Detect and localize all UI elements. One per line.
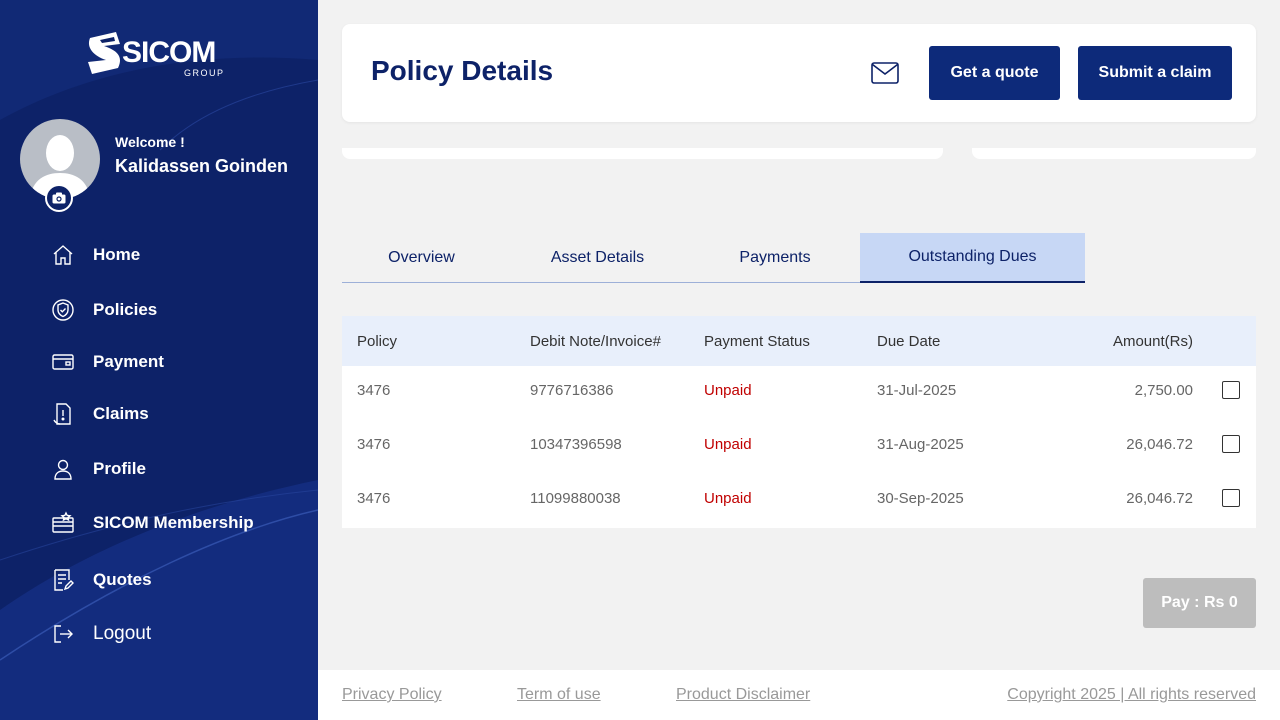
table-row: 3476 9776716386 Unpaid 31-Jul-2025 2,750… <box>342 366 1256 420</box>
cell-policy: 3476 <box>357 382 391 399</box>
tab-asset-details[interactable]: Asset Details <box>521 233 674 283</box>
sidebar-item-policies[interactable]: Policies <box>50 295 157 325</box>
logout-icon <box>50 621 76 647</box>
brand-name: SICOM <box>122 36 216 69</box>
table-header: Policy Debit Note/Invoice# Payment Statu… <box>342 316 1256 366</box>
cell-policy: 3476 <box>357 490 391 507</box>
table-row: 3476 11099880038 Unpaid 30-Sep-2025 26,0… <box>342 474 1256 528</box>
cell-invoice: 11099880038 <box>530 490 621 507</box>
brand-sub: GROUP <box>184 68 225 78</box>
cell-amount: 26,046.72 <box>1126 490 1193 507</box>
row-select-checkbox[interactable] <box>1222 435 1240 453</box>
tab-payments[interactable]: Payments <box>700 233 850 283</box>
cell-due-date: 31-Jul-2025 <box>877 382 957 399</box>
collapsed-card-left <box>342 148 943 159</box>
camera-icon <box>52 192 66 204</box>
sidebar-item-label: Policies <box>93 300 158 319</box>
mail-icon <box>871 62 899 84</box>
claim-doc-icon <box>50 401 76 427</box>
sidebar-item-payment[interactable]: Payment <box>50 347 164 377</box>
product-disclaimer-link[interactable]: Product Disclaimer <box>676 686 810 704</box>
footer: Privacy Policy Term of use Product Discl… <box>318 670 1280 720</box>
pay-button[interactable]: Pay : Rs 0 <box>1143 578 1256 628</box>
copyright-link[interactable]: Copyright 2025 | All rights reserved <box>1007 686 1256 704</box>
home-icon <box>50 242 76 268</box>
cell-status: Unpaid <box>704 382 752 399</box>
sidebar-item-logout[interactable]: Logout <box>50 619 151 649</box>
sidebar-item-claims[interactable]: Claims <box>50 399 149 429</box>
sidebar-item-label: Profile <box>93 459 146 478</box>
get-quote-button[interactable]: Get a quote <box>929 46 1060 100</box>
user-icon <box>50 456 76 482</box>
sicom-logo: SICOM GROUP <box>86 28 236 80</box>
sidebar: SICOM GROUP Welcome ! Kalidassen Goinden… <box>0 0 318 720</box>
tab-overview[interactable]: Overview <box>342 233 501 283</box>
sidebar-item-label: Quotes <box>93 570 152 589</box>
cell-invoice: 10347396598 <box>530 436 622 453</box>
sidebar-item-home[interactable]: Home <box>50 240 140 270</box>
sidebar-item-label: Payment <box>93 352 164 371</box>
cell-amount: 26,046.72 <box>1126 436 1193 453</box>
sidebar-item-label: Claims <box>93 404 149 423</box>
mail-button[interactable] <box>870 60 900 86</box>
shield-check-icon <box>50 297 76 323</box>
collapsed-card-right <box>972 148 1256 159</box>
page-header: Policy Details Get a quote Submit a clai… <box>342 24 1256 122</box>
cell-invoice: 9776716386 <box>530 382 614 399</box>
page-title: Policy Details <box>371 55 554 86</box>
terms-of-use-link[interactable]: Term of use <box>517 686 601 704</box>
column-header-due-date: Due Date <box>877 333 941 350</box>
sidebar-item-label: Logout <box>93 623 152 644</box>
column-header-policy: Policy <box>357 333 398 350</box>
cell-amount: 2,750.00 <box>1134 382 1193 399</box>
column-header-invoice: Debit Note/Invoice# <box>530 333 661 350</box>
cell-due-date: 30-Sep-2025 <box>877 490 964 507</box>
outstanding-dues-table: Policy Debit Note/Invoice# Payment Statu… <box>342 316 1256 528</box>
row-select-checkbox[interactable] <box>1222 381 1240 399</box>
cell-policy: 3476 <box>357 436 391 453</box>
cell-due-date: 31-Aug-2025 <box>877 436 964 453</box>
sidebar-item-profile[interactable]: Profile <box>50 454 146 484</box>
change-photo-button[interactable] <box>45 184 73 212</box>
privacy-policy-link[interactable]: Privacy Policy <box>342 686 442 704</box>
tab-bar: Overview Asset Details Payments Outstand… <box>342 233 1085 283</box>
sidebar-item-label: SICOM Membership <box>93 513 254 532</box>
user-name: Kalidassen Goinden <box>115 156 289 176</box>
submit-claim-button[interactable]: Submit a claim <box>1078 46 1232 100</box>
table-row: 3476 10347396598 Unpaid 31-Aug-2025 26,0… <box>342 420 1256 474</box>
row-select-checkbox[interactable] <box>1222 489 1240 507</box>
card-icon <box>50 349 76 375</box>
membership-icon <box>50 510 76 536</box>
sidebar-item-label: Home <box>93 245 141 264</box>
quote-doc-icon <box>50 567 76 593</box>
cell-status: Unpaid <box>704 436 752 453</box>
cell-status: Unpaid <box>704 490 752 507</box>
column-header-amount: Amount(Rs) <box>1112 333 1193 350</box>
tab-outstanding-dues[interactable]: Outstanding Dues <box>860 233 1085 283</box>
sidebar-item-quotes[interactable]: Quotes <box>50 565 152 595</box>
column-header-status: Payment Status <box>704 333 810 350</box>
welcome-text: Welcome ! <box>115 134 185 150</box>
sidebar-item-membership[interactable]: SICOM Membership <box>50 508 254 538</box>
